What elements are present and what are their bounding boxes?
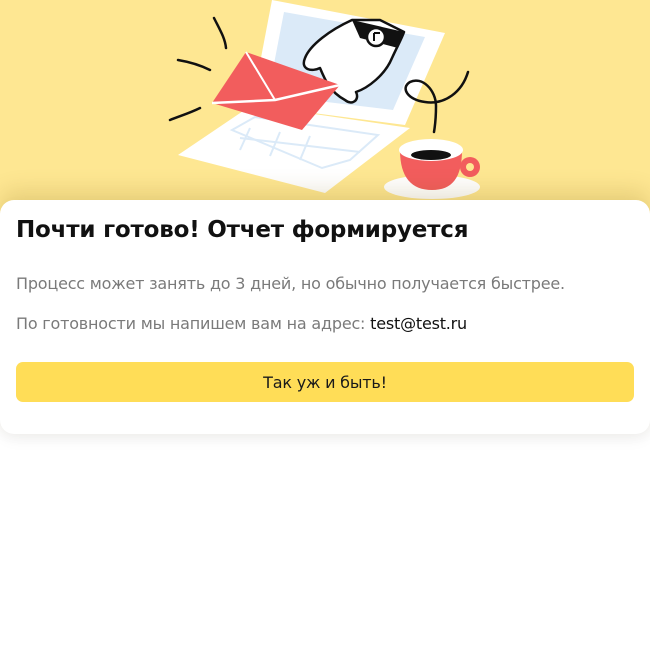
hero-illustration [0,0,650,215]
email-address: test@test.ru [370,314,467,333]
coffee-cup-icon [384,139,480,199]
laptop-illustration [168,0,480,199]
email-notice: По готовности мы напишем вам на адрес: t… [16,314,467,333]
report-dialog: Почти готово! Отчет формируется Процесс … [0,200,650,434]
email-notice-prefix: По готовности мы напишем вам на адрес: [16,314,371,333]
dialog-title: Почти готово! Отчет формируется [16,217,469,243]
dialog-message: Процесс может занять до 3 дней, но обычн… [16,274,565,293]
confirm-button[interactable]: Так уж и быть! [16,362,634,402]
